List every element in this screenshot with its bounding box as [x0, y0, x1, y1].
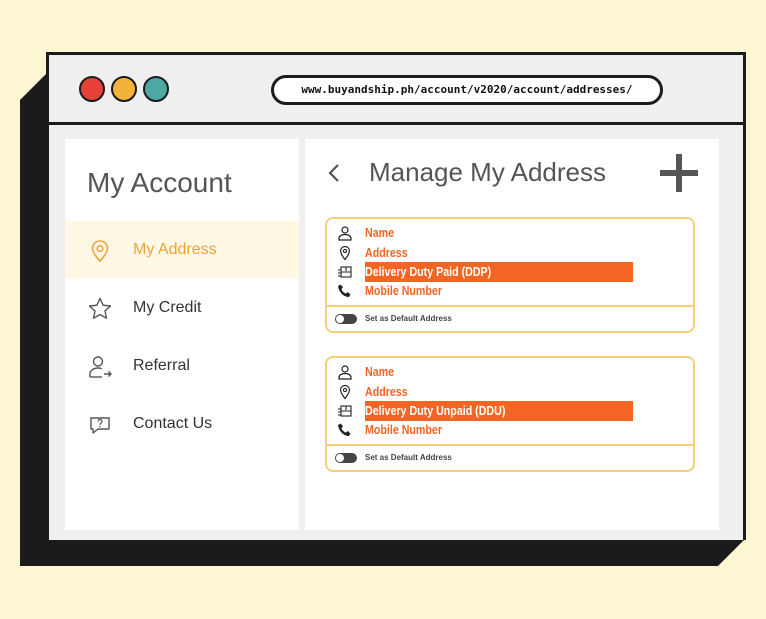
address-card[interactable]: Name Address Delivery Duty Paid (DDP) Mo…	[325, 217, 695, 333]
close-window-button[interactable]	[79, 76, 105, 102]
account-sidebar: My Account My Address My Credit Referral…	[65, 139, 299, 530]
user-icon	[338, 365, 352, 380]
phone-icon	[338, 423, 351, 436]
default-address-toggle[interactable]	[335, 453, 357, 463]
page-title: Manage My Address	[369, 157, 607, 187]
minimize-window-button[interactable]	[111, 76, 137, 102]
user-icon	[338, 226, 352, 241]
location-pin-icon	[339, 245, 351, 261]
sidebar-item-my-credit[interactable]: My Credit	[65, 279, 299, 337]
location-pin-icon	[339, 384, 351, 400]
address-row: Address	[327, 382, 693, 402]
name-row: Name	[327, 362, 693, 382]
sidebar-item-label: Contact Us	[133, 415, 213, 432]
location-pin-icon	[91, 240, 109, 263]
phone-icon	[338, 284, 351, 297]
card-divider	[327, 305, 693, 307]
sidebar-item-referral[interactable]: Referral	[65, 337, 299, 395]
sidebar-item-my-address[interactable]: My Address	[65, 221, 299, 279]
default-address-label: Set as Default Address	[365, 314, 452, 323]
name-text: Name	[365, 364, 395, 379]
sidebar-title: My Account	[87, 167, 232, 198]
package-icon	[338, 266, 352, 278]
maximize-window-button[interactable]	[143, 76, 169, 102]
back-arrow-icon[interactable]	[323, 161, 347, 185]
user-share-icon	[89, 356, 112, 378]
page-content: My Account My Address My Credit Referral…	[49, 125, 743, 540]
mobile-text: Mobile Number	[365, 422, 443, 437]
name-text: Name	[365, 225, 395, 240]
browser-window: www.buyandship.ph/account/v2020/account/…	[46, 52, 746, 540]
name-row: Name	[327, 223, 693, 243]
main-panel: Manage My Address Name Address Delivery …	[305, 139, 719, 530]
mobile-row: Mobile Number	[327, 281, 693, 301]
chat-bubble-icon	[90, 417, 110, 434]
package-icon	[338, 405, 352, 417]
address-card[interactable]: Name Address Delivery Duty Unpaid (DDU) …	[325, 356, 695, 472]
duty-text: Delivery Duty Paid (DDP)	[365, 264, 492, 279]
default-address-toggle[interactable]	[335, 314, 357, 324]
default-address-label: Set as Default Address	[365, 453, 452, 462]
address-text: Address	[365, 384, 408, 399]
sidebar-item-label: Referral	[133, 357, 190, 374]
address-bar[interactable]: www.buyandship.ph/account/v2020/account/…	[271, 75, 663, 105]
card-divider	[327, 444, 693, 446]
duty-row: Delivery Duty Paid (DDP)	[327, 262, 693, 282]
address-row: Address	[327, 243, 693, 263]
star-icon	[88, 297, 112, 319]
sidebar-item-contact-us[interactable]: Contact Us	[65, 395, 299, 453]
sidebar-item-label: My Credit	[133, 299, 202, 316]
address-text: Address	[365, 245, 408, 260]
sidebar-menu: My Address My Credit Referral Contact Us	[65, 221, 299, 453]
duty-text: Delivery Duty Unpaid (DDU)	[365, 403, 506, 418]
mobile-row: Mobile Number	[327, 420, 693, 440]
sidebar-item-label: My Address	[133, 241, 217, 258]
mobile-text: Mobile Number	[365, 283, 443, 298]
add-address-button[interactable]	[659, 153, 699, 193]
duty-row: Delivery Duty Unpaid (DDU)	[327, 401, 693, 421]
browser-titlebar: www.buyandship.ph/account/v2020/account/…	[49, 55, 743, 125]
